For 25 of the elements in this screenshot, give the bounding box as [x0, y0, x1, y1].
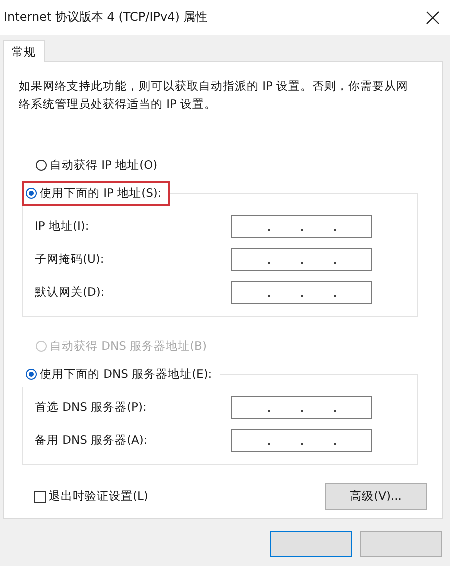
- radio-button[interactable]: [36, 160, 47, 171]
- close-icon[interactable]: [426, 10, 440, 24]
- ip-address-field[interactable]: [231, 281, 372, 304]
- checkbox-label: 退出时验证设置(L): [49, 489, 148, 504]
- description-text: 如果网络支持此功能，则可以获取自动指派的 IP 设置。否则，你需要从网络系统管理员处获得适当的 IP 设置。: [19, 78, 410, 113]
- ip-address-field[interactable]: [231, 248, 372, 271]
- radio-label: 使用下面的 DNS 服务器地址(E):: [40, 367, 212, 382]
- checkbox[interactable]: [34, 490, 46, 502]
- radio-button[interactable]: [26, 369, 37, 380]
- ip-address-field[interactable]: [231, 429, 372, 452]
- window-title: Internet 协议版本 4 (TCP/IPv4) 属性: [4, 9, 208, 26]
- dialog-button[interactable]: [270, 531, 352, 557]
- radio-label: 自动获得 IP 地址(O): [50, 158, 158, 173]
- advanced-button[interactable]: 高级(V)...: [325, 483, 427, 510]
- field-label: IP 地址(I):: [35, 219, 90, 234]
- tab[interactable]: 常规: [3, 40, 45, 62]
- field-label: 默认网关(D):: [35, 285, 105, 300]
- radio-label: 自动获得 DNS 服务器地址(B): [50, 339, 207, 354]
- field-label: 子网掩码(U):: [35, 252, 104, 267]
- ip-address-field[interactable]: [231, 396, 372, 419]
- radio-label: 使用下面的 IP 地址(S):: [40, 186, 162, 201]
- field-label: 备用 DNS 服务器(A):: [35, 433, 148, 448]
- field-label: 首选 DNS 服务器(P):: [35, 400, 147, 415]
- radio-button[interactable]: [26, 188, 37, 199]
- ip-address-field[interactable]: [231, 215, 372, 238]
